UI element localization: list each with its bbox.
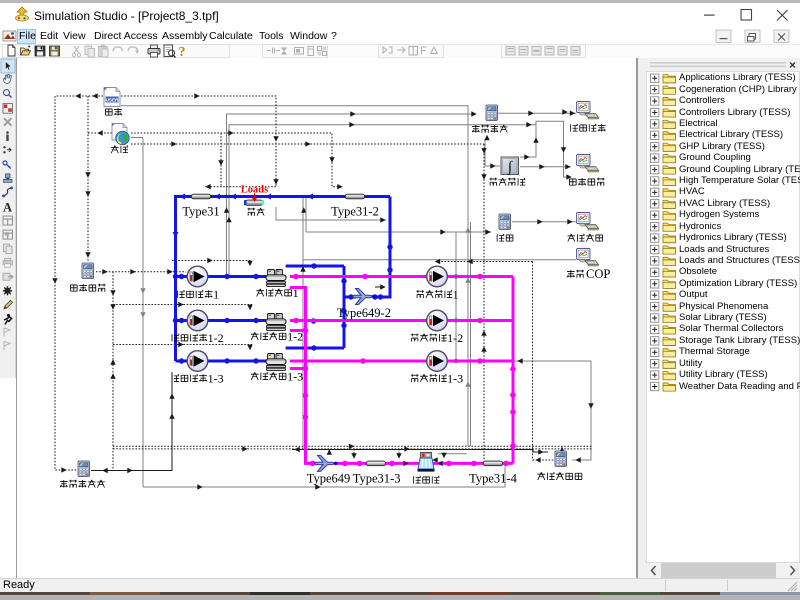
- svg-text:1-2: 1-2: [287, 329, 303, 343]
- svg-text:Type649: Type649: [307, 472, 351, 486]
- svg-text:Type31: Type31: [182, 205, 219, 219]
- svg-text:Type31-4: Type31-4: [469, 472, 517, 486]
- svg-text:1-3: 1-3: [208, 371, 224, 385]
- svg-text:1: 1: [293, 286, 299, 300]
- svg-text:USER: USER: [106, 97, 119, 102]
- svg-text:Type649-2: Type649-2: [337, 306, 391, 320]
- svg-text:1-2: 1-2: [208, 331, 224, 345]
- svg-text:1-3: 1-3: [287, 369, 303, 383]
- svg-text:1: 1: [213, 287, 219, 301]
- svg-text:A: A: [3, 201, 12, 215]
- svg-text:Type31-2: Type31-2: [331, 205, 379, 219]
- svg-text:?: ?: [179, 45, 186, 60]
- svg-text:COP: COP: [586, 267, 610, 281]
- svg-text:Type31-3: Type31-3: [353, 472, 401, 486]
- svg-text:1-3: 1-3: [447, 371, 463, 385]
- svg-text:1: 1: [453, 287, 459, 301]
- svg-text:1-2: 1-2: [447, 331, 463, 345]
